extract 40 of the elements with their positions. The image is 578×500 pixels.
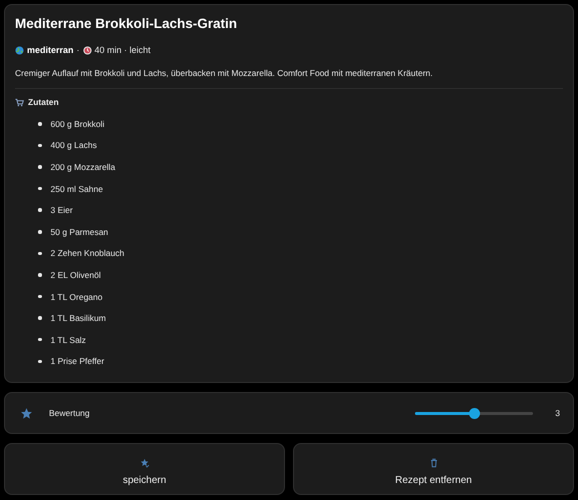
bullet-icon [38,230,42,234]
delete-button[interactable]: Rezept entfernen [293,443,574,495]
bullet-icon [38,208,42,212]
ingredient-item: 250 ml Sahne [50,184,103,194]
ingredient-item: 600 g Brokkoli [50,118,104,129]
recipe-description: Cremiger Auflauf mit Brokkoli und Lachs, überbacken mit Mozzarella. Comfort Food mit mediterranen Kräutern. [15,68,434,78]
bullet-icon [38,294,42,298]
star-check-icon [140,458,150,468]
bullet-icon [38,360,42,364]
section-heading: Zutaten [28,97,59,107]
ingredient-item: 200 g Mozzarella [50,162,116,172]
ingredient-item: 1 Prise Pfeffer [50,356,104,366]
bullet-icon [38,252,42,256]
rating-label: Bewertung [49,408,91,418]
bullet-icon [38,186,42,190]
ingredient-item: 1 TL Oregano [50,292,102,302]
bullet-icon [38,316,42,320]
ingredient-item: 50 g Parmesan [50,226,108,237]
separator: · [76,45,80,55]
cart-icon [15,98,24,106]
ingredient-item: 1 TL Basilikum [50,313,106,324]
bullet-icon [38,122,42,126]
star-icon [20,406,33,420]
ingredient-item: 400 g Lachs [50,140,97,150]
rating-value: 3 [555,408,560,418]
globe-icon [15,46,24,54]
ingredient-item: 2 EL Olivenöl [50,270,101,280]
ingredient-item: 2 Zehen Knoblauch [50,248,124,258]
bullet-icon [38,273,42,277]
ingredient-item: 1 TL Salz [50,334,86,345]
recipe-title: Mediterrane Brokkoli-Lachs-Gratin [15,16,238,32]
bullet-icon [38,338,42,342]
clock-icon [82,46,92,54]
trash-icon [428,458,438,468]
recipe-details: 40 min · leicht [94,45,151,55]
bullet-icon [38,165,42,169]
bullet-icon [38,144,42,148]
cuisine-label: mediterran [27,45,74,55]
save-button[interactable]: speichern [4,443,285,495]
ingredient-item: 3 Eier [50,205,73,216]
